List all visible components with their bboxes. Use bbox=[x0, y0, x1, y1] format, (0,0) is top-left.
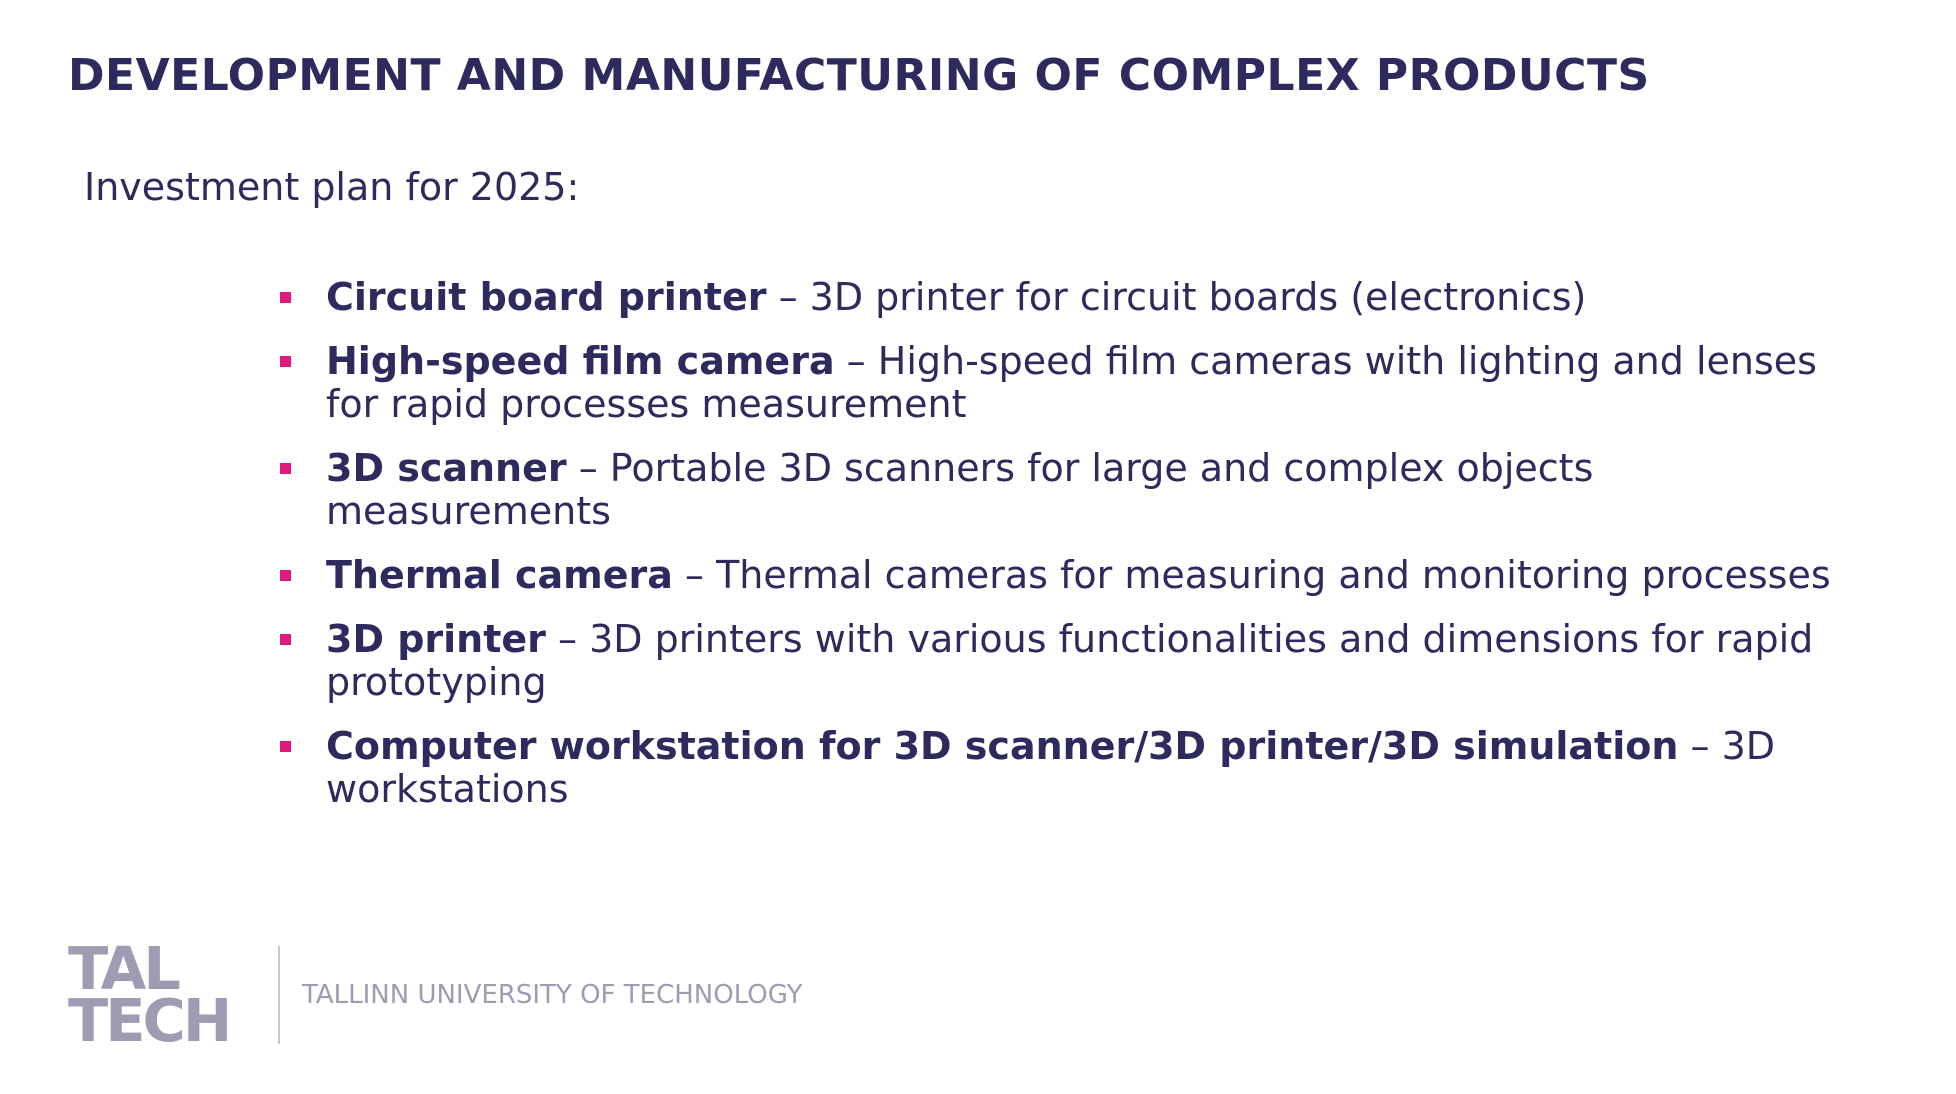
item-description: – 3D printers with various functionaliti… bbox=[326, 617, 1814, 704]
item-description: – Thermal cameras for measuring and moni… bbox=[672, 553, 1831, 597]
square-bullet-icon bbox=[280, 356, 291, 367]
item-term: 3D printer bbox=[326, 617, 546, 661]
item-term: Thermal camera bbox=[326, 553, 673, 597]
item-term: Circuit board printer bbox=[326, 275, 767, 319]
item-term: High-speed film camera bbox=[326, 339, 835, 383]
logo-line-2: TECH bbox=[68, 986, 232, 1055]
footer: TAL TECH TALLINN UNIVERSITY OF TECHNOLOG… bbox=[68, 939, 803, 1055]
list-item: Thermal camera – Thermal cameras for mea… bbox=[280, 554, 1840, 597]
list-item: 3D printer – 3D printers with various fu… bbox=[280, 618, 1840, 704]
taltech-logo: TAL TECH bbox=[68, 939, 248, 1055]
list-item: Computer workstation for 3D scanner/3D p… bbox=[280, 725, 1840, 811]
list-item: Circuit board printer – 3D printer for c… bbox=[280, 276, 1840, 319]
slide-subtitle: Investment plan for 2025: bbox=[84, 165, 580, 209]
square-bullet-icon bbox=[280, 741, 291, 752]
square-bullet-icon bbox=[280, 570, 291, 581]
list-item: High-speed film camera – High-speed film… bbox=[280, 340, 1840, 426]
square-bullet-icon bbox=[280, 463, 291, 474]
footer-divider bbox=[278, 946, 280, 1044]
university-name: TALLINN UNIVERSITY OF TECHNOLOGY bbox=[302, 980, 803, 1010]
item-term: 3D scanner bbox=[326, 446, 567, 490]
item-description: – 3D printer for circuit boards (electro… bbox=[766, 275, 1587, 319]
list-item: 3D scanner – Portable 3D scanners for la… bbox=[280, 447, 1840, 533]
investment-list: Circuit board printer – 3D printer for c… bbox=[280, 276, 1840, 832]
square-bullet-icon bbox=[280, 292, 291, 303]
item-term: Computer workstation for 3D scanner/3D p… bbox=[326, 724, 1679, 768]
slide-title: DEVELOPMENT AND MANUFACTURING OF COMPLEX… bbox=[68, 50, 1650, 101]
square-bullet-icon bbox=[280, 634, 291, 645]
